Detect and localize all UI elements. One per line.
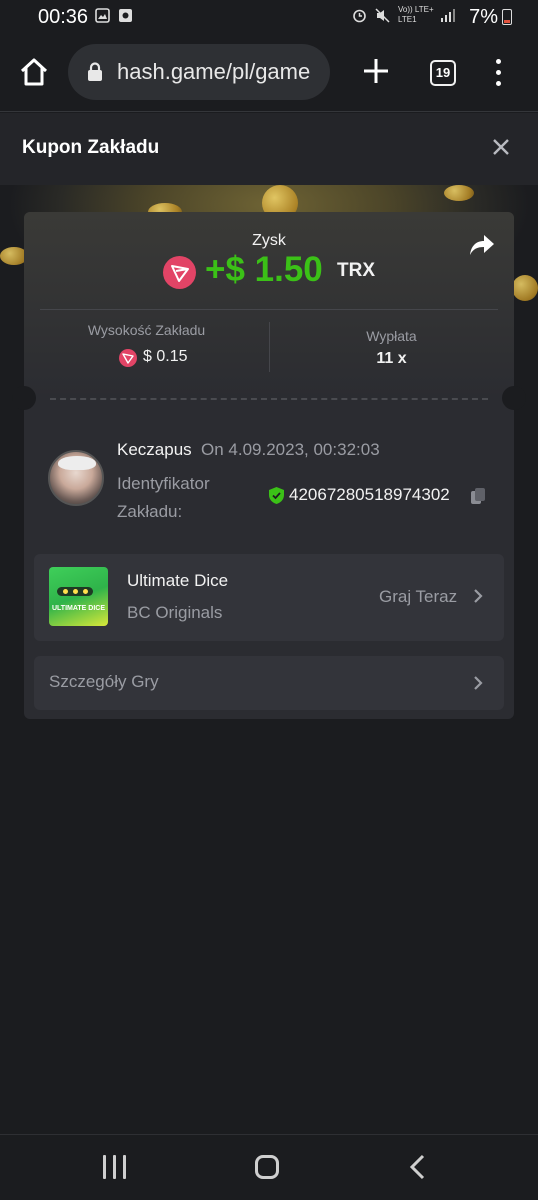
browser-toolbar: hash.game/pl/game 19: [0, 36, 538, 112]
ticket-notch: [502, 386, 526, 410]
lock-icon: [88, 62, 102, 81]
game-details-label[interactable]: Szczegóły Gry: [49, 672, 159, 692]
slider-dot: [83, 589, 88, 594]
game-row[interactable]: ULTIMATE DICE Ultimate Dice BC Originals…: [34, 554, 504, 641]
page-title: Kupon Zakładu: [22, 137, 160, 158]
slider-dot: [73, 589, 78, 594]
chevron-right-icon[interactable]: [473, 675, 483, 691]
photo-notification-icon: [119, 9, 132, 22]
network-sub-label: LTE1: [398, 15, 417, 24]
ticket-notch: [12, 386, 36, 410]
chevron-right-icon[interactable]: [473, 588, 483, 604]
status-bar: 00:36 Vo)) LTE+ LTE1 7%: [0, 0, 538, 36]
new-tab-icon[interactable]: [358, 53, 394, 89]
share-icon[interactable]: [468, 232, 496, 258]
username[interactable]: Keczapus: [117, 440, 192, 460]
profit-label: Zysk: [252, 232, 286, 249]
trx-coin-icon: [119, 349, 137, 367]
game-name[interactable]: Ultimate Dice: [127, 571, 228, 591]
trx-coin-icon: [163, 256, 196, 289]
url-text[interactable]: hash.game/pl/game: [117, 59, 310, 85]
system-nav-bar: [0, 1134, 538, 1200]
back-icon[interactable]: [408, 1154, 428, 1180]
home-button-icon[interactable]: [255, 1155, 279, 1179]
bet-date: On 4.09.2023, 00:32:03: [201, 440, 380, 459]
bet-amount-label: Wysokość Zakładu: [87, 322, 206, 338]
avatar[interactable]: [48, 450, 104, 506]
recent-apps-icon[interactable]: [103, 1155, 129, 1179]
tab-switcher-button[interactable]: 19: [430, 60, 456, 86]
verified-shield-icon: [269, 487, 284, 504]
bet-id-value: 42067280518974302: [289, 485, 450, 504]
more-menu-icon[interactable]: [488, 56, 508, 90]
dashed-separator: [50, 398, 488, 400]
mute-icon: [375, 8, 390, 23]
panel-header: Kupon Zakładu: [0, 113, 538, 185]
alarm-icon: [353, 9, 366, 23]
payout-value: 11 x: [376, 350, 407, 367]
game-provider: BC Originals: [127, 603, 223, 622]
copy-icon[interactable]: [470, 487, 486, 505]
bet-id-label: Identyfikator Zakładu:: [117, 474, 210, 521]
status-time: 00:36: [38, 6, 89, 28]
gallery-notification-icon: [95, 8, 110, 23]
play-now-link[interactable]: Graj Teraz: [379, 587, 457, 607]
game-thumbnail[interactable]: ULTIMATE DICE: [49, 567, 108, 626]
coin-decoration: [512, 275, 538, 301]
profit-value: +$ 1.50: [205, 250, 323, 289]
signal-icon: [441, 9, 455, 22]
game-thumbnail-caption: ULTIMATE DICE: [52, 605, 106, 612]
home-icon[interactable]: [16, 54, 52, 90]
profit-currency: TRX: [337, 260, 375, 281]
payout-label: Wypłata: [366, 328, 417, 344]
coin-decoration: [444, 185, 474, 201]
battery-percent: 7%: [469, 6, 498, 28]
game-details-row[interactable]: Szczegóły Gry: [34, 656, 504, 710]
battery-icon: [502, 9, 512, 25]
close-icon[interactable]: [490, 136, 512, 158]
divider: [40, 309, 498, 310]
bet-coupon-card: Zysk +$ 1.50 TRX Wysokość Zakładu $ 0.15…: [12, 212, 526, 719]
bet-amount-value: $ 0.15: [143, 348, 188, 365]
url-bar[interactable]: hash.game/pl/game: [68, 44, 330, 100]
network-label: Vo)) LTE+: [398, 5, 434, 14]
slider-dot: [63, 589, 68, 594]
